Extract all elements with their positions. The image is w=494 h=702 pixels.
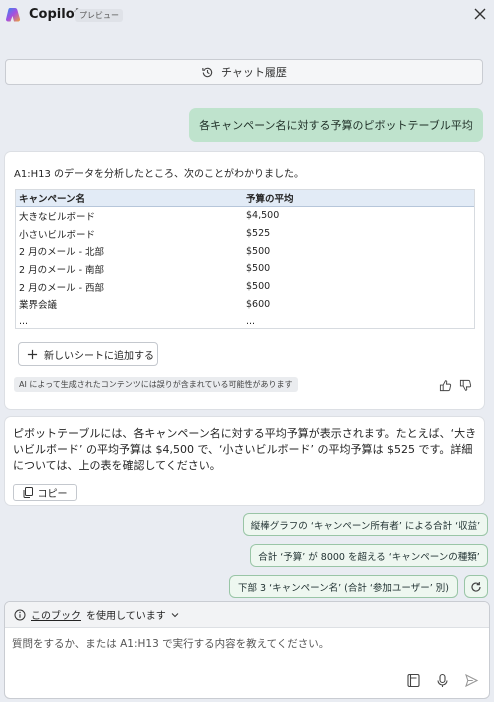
summary-text: ピボットテーブルには、各キャンペーン名に対する平均予算が表示されます。たとえば、… xyxy=(13,427,477,472)
table-cell: ... xyxy=(246,316,256,328)
title-bar: Copilot プレビュー xyxy=(0,0,494,30)
table-cell: 大きなビルボード xyxy=(19,211,96,223)
chevron-down-icon[interactable] xyxy=(171,611,179,619)
context-bar: このブック を使用しています xyxy=(5,602,489,628)
prompt-input[interactable] xyxy=(12,638,482,650)
column-header: キャンペーン名 xyxy=(19,194,86,205)
table-cell: 2 月のメール - 西部 xyxy=(19,282,105,294)
thumbs-down-icon[interactable] xyxy=(459,379,472,392)
table-cell: $500 xyxy=(246,281,271,293)
table-cell: $500 xyxy=(246,245,271,257)
table-cell: ... xyxy=(19,316,29,328)
preview-badge: プレビュー xyxy=(75,9,123,22)
table-cell: $600 xyxy=(246,298,271,310)
copy-label: コピー xyxy=(37,489,68,500)
table-cell: 2 月のメール - 南部 xyxy=(19,264,105,276)
table-row: 小さいビルボード $525 xyxy=(16,225,474,243)
summary-card: ピボットテーブルには、各キャンペーン名に対する平均予算が表示されます。たとえば、… xyxy=(5,417,484,505)
table-row: 大きなビルボード $4,500 xyxy=(16,207,474,225)
table-cell: $500 xyxy=(246,263,271,275)
table-row: 業界会議 $600 xyxy=(16,295,474,313)
response-card: A1:H13 のデータを分析したところ、次のことがわかりました。 キャンペーン名… xyxy=(5,152,484,409)
microphone-icon[interactable] xyxy=(435,673,450,688)
add-to-new-sheet-label: 新しいシートに追加する xyxy=(44,350,154,362)
table-cell: 2 月のメール - 北部 xyxy=(19,247,105,259)
composer: このブック を使用しています xyxy=(4,601,490,699)
refresh-icon xyxy=(471,581,481,592)
chat-history-label: チャット履歴 xyxy=(221,66,287,79)
table-row: 2 月のメール - 西部 $500 xyxy=(16,278,474,296)
response-intro: A1:H13 のデータを分析したところ、次のことがわかりました。 xyxy=(14,169,304,180)
table-cell: $525 xyxy=(246,228,271,240)
table-header: キャンペーン名 予算の平均 xyxy=(16,190,474,207)
table-row: ... ... xyxy=(16,313,474,328)
refresh-suggestions-button[interactable] xyxy=(464,575,488,598)
suggestion-text: 縦棒グラフの ‘キャンペーン所有者’ による合計 ‘収益’ xyxy=(250,520,481,532)
table-row: 2 月のメール - 南部 $500 xyxy=(16,260,474,278)
history-icon xyxy=(202,67,213,77)
table-row: 2 月のメール - 北部 $500 xyxy=(16,242,474,260)
context-suffix: を使用しています xyxy=(86,611,166,622)
info-icon xyxy=(14,609,26,620)
suggestion-chip[interactable]: 合計 ‘予算’ が 8000 を超える ‘キャンペーンの種類’ xyxy=(250,544,488,567)
send-icon[interactable] xyxy=(464,673,479,688)
plus-icon xyxy=(27,349,38,359)
app-title: Copilot xyxy=(29,7,81,22)
copy-button[interactable]: コピー xyxy=(13,484,77,501)
suggestion-text: 下部 3 ‘キャンペーン名’ (合計 ‘参加ユーザー’ 別) xyxy=(238,582,449,594)
table-cell: $4,500 xyxy=(246,210,280,222)
chat-history-button[interactable]: チャット履歴 xyxy=(5,59,483,85)
copy-icon xyxy=(23,487,33,498)
context-workbook-link[interactable]: このブック xyxy=(31,607,81,622)
copilot-logo-icon xyxy=(6,8,21,22)
suggestion-text: 合計 ‘予算’ が 8000 を超える ‘キャンペーンの種類’ xyxy=(258,551,480,563)
ai-disclaimer: AI によって生成されたコンテンツには誤りが含まれている可能性があります xyxy=(14,377,298,392)
user-message: 各キャンペーン名に対する予算のピボットテーブル平均 xyxy=(189,108,483,142)
close-icon[interactable] xyxy=(472,6,488,22)
suggestion-chip[interactable]: 下部 3 ‘キャンペーン名’ (合計 ‘参加ユーザー’ 別) xyxy=(229,575,458,598)
suggestion-chip[interactable]: 縦棒グラフの ‘キャンペーン所有者’ による合計 ‘収益’ xyxy=(243,513,488,536)
column-header: 予算の平均 xyxy=(246,194,294,205)
thumbs-up-icon[interactable] xyxy=(439,379,452,392)
user-message-text: 各キャンペーン名に対する予算のピボットテーブル平均 xyxy=(199,119,473,132)
add-to-new-sheet-button[interactable]: 新しいシートに追加する xyxy=(18,342,158,366)
table-cell: 業界会議 xyxy=(19,300,58,312)
notebook-icon[interactable] xyxy=(406,673,421,688)
pivot-table: キャンペーン名 予算の平均 大きなビルボード $4,500 小さいビルボード $… xyxy=(15,189,475,329)
table-cell: 小さいビルボード xyxy=(19,229,96,241)
